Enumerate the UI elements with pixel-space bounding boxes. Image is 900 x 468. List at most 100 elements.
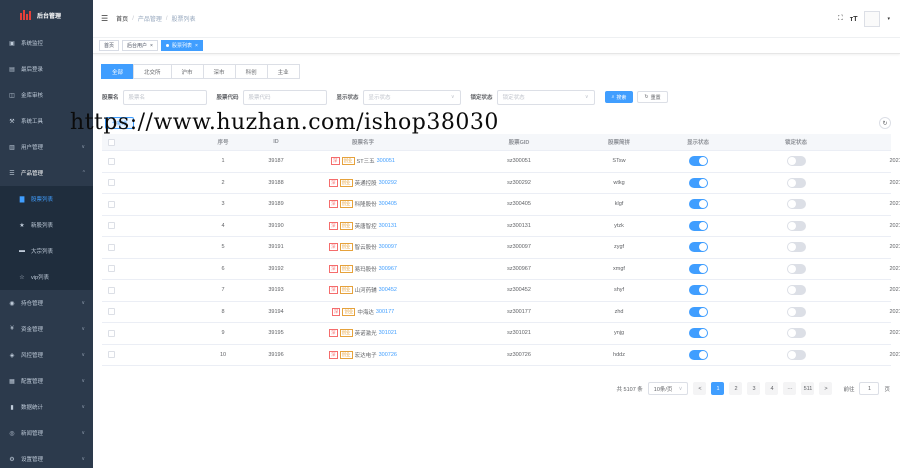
page-button-4[interactable]: ··· (783, 382, 797, 395)
sidebar-subitem-star[interactable]: ★ 新股列表 (0, 212, 93, 238)
sidebar-item-user[interactable]: ▥ 用户管理 ∨ (0, 134, 93, 160)
prev-page-button[interactable]: < (693, 382, 707, 395)
sidebar-item-tools[interactable]: ⚒ 系统工具 (0, 108, 93, 134)
show-status-switch[interactable] (688, 220, 708, 231)
fullscreen-icon[interactable]: ⛶ (838, 15, 843, 23)
sidebar-item-news[interactable]: ◎ 新闻管理 ∨ (0, 420, 93, 446)
hamburger-icon[interactable]: ☰ (101, 14, 108, 23)
sidebar-item-risk[interactable]: ◈ 风控管理 ∨ (0, 342, 93, 368)
page-button-3[interactable]: 4 (765, 382, 779, 395)
lock-status-switch[interactable] (786, 285, 806, 296)
font-size-icon[interactable]: тT (850, 16, 858, 23)
show-status-select[interactable]: 显示状态 ∨ (362, 89, 461, 105)
stock-code-link[interactable]: 300726 (379, 352, 397, 358)
next-page-button[interactable]: > (819, 382, 833, 395)
sidebar-logo[interactable]: 后台管理 (0, 0, 93, 30)
show-status-switch[interactable] (688, 306, 708, 317)
tab-status-4[interactable]: 科创 (234, 64, 268, 79)
refresh-table-button[interactable]: ↻ (879, 117, 891, 129)
market-badge: 深 (329, 329, 338, 338)
page-size-select[interactable]: 10条/页 ∨ (647, 382, 689, 395)
row-checkbox[interactable] (102, 237, 120, 258)
stock-code-link[interactable]: 300967 (379, 266, 397, 272)
tab-status-5[interactable]: 主业 (266, 64, 300, 79)
tab-status-1[interactable]: 北交所 (133, 64, 172, 79)
sidebar-item-funds[interactable]: ¥ 资金管理 ∨ (0, 316, 93, 342)
show-status-switch[interactable] (688, 242, 708, 253)
stock-code-link[interactable]: 300097 (379, 244, 397, 250)
show-status-switch[interactable] (688, 199, 708, 210)
show-status-switch[interactable] (688, 328, 708, 339)
sidebar-item-settings[interactable]: ⚙ 设置管理 ∨ (0, 446, 93, 468)
column-header: 股票简拼 (607, 140, 630, 146)
page-button-0[interactable]: 1 (711, 382, 725, 395)
lock-status-switch[interactable] (786, 220, 806, 231)
code-input[interactable]: 股票代码 (242, 89, 327, 105)
tag-2[interactable]: 股票列表 × (160, 40, 203, 51)
add-button[interactable]: + 新增 (105, 117, 134, 129)
row-checkbox[interactable] (102, 345, 120, 366)
sidebar-item-stats[interactable]: ▮ 数据统计 ∨ (0, 394, 93, 420)
lock-status-switch[interactable] (786, 199, 806, 210)
show-status-switch[interactable] (688, 156, 708, 167)
stock-code-link[interactable]: 300177 (376, 309, 394, 315)
sidebar-item-audit[interactable]: ◫ 金库审核 (0, 82, 93, 108)
search-icon: ⌕ (611, 94, 615, 100)
stock-code-link[interactable]: 300292 (379, 180, 397, 186)
lock-status-switch[interactable] (786, 242, 806, 253)
row-checkbox[interactable] (102, 323, 120, 344)
row-checkbox[interactable] (102, 151, 120, 172)
table-row: 4 39190 深创业英唐智控300131 sz300131 ytzk 2021-09-1… (102, 216, 900, 237)
lock-status-switch[interactable] (786, 349, 806, 360)
sidebar-item-login-log[interactable]: ▤ 最后登录 (0, 56, 93, 82)
sidebar-item-config[interactable]: ▦ 配置管理 ∨ (0, 368, 93, 394)
lock-status-select[interactable]: 锁定状态 ∨ (496, 89, 595, 105)
audit-icon: ◫ (9, 92, 15, 99)
tab-status-2[interactable]: 沪市 (170, 64, 204, 79)
row-checkbox[interactable] (102, 280, 120, 301)
select-all-checkbox[interactable] (102, 134, 120, 150)
search-button[interactable]: ⌕ 搜索 (604, 91, 634, 103)
reset-button[interactable]: ↻ 重置 (637, 91, 668, 103)
lock-status-switch[interactable] (786, 177, 806, 188)
name-input[interactable]: 股票名 (122, 89, 207, 105)
tag-1[interactable]: 后台用户 × (122, 40, 158, 51)
sidebar-subitem-stock-list[interactable]: ▇ 股票列表 (0, 186, 93, 212)
lock-status-switch[interactable] (786, 263, 806, 274)
tag-0[interactable]: 首页 (99, 40, 120, 51)
show-status-switch[interactable] (688, 263, 708, 274)
close-icon[interactable]: × (195, 43, 198, 49)
sidebar-item-label: 最后登录 (21, 67, 44, 73)
goto-page-input[interactable]: 1 (859, 382, 880, 395)
breadcrumb-home[interactable]: 首页 (116, 14, 128, 23)
lock-status-switch[interactable] (786, 306, 806, 317)
tab-status-3[interactable]: 深市 (202, 64, 236, 79)
tab-status-0[interactable]: 全部 (101, 64, 135, 79)
stock-code-link[interactable]: 300051 (377, 158, 395, 164)
stock-code-link[interactable]: 300405 (379, 201, 397, 207)
page-button-2[interactable]: 3 (747, 382, 761, 395)
page-button-1[interactable]: 2 (729, 382, 743, 395)
row-checkbox[interactable] (102, 173, 120, 194)
sidebar-item-monitor[interactable]: ▣ 系统监控 (0, 30, 93, 56)
sidebar-subitem-block[interactable]: ▬ 大宗列表 (0, 238, 93, 264)
row-checkbox[interactable] (102, 302, 120, 323)
show-status-switch[interactable] (688, 349, 708, 360)
page-button-5[interactable]: 511 (801, 382, 815, 395)
show-status-switch[interactable] (688, 177, 708, 188)
sidebar-item-position[interactable]: ◉ 持仓管理 ∨ (0, 290, 93, 316)
lock-status-switch[interactable] (786, 328, 806, 339)
row-checkbox[interactable] (102, 259, 120, 280)
stock-code-link[interactable]: 301021 (379, 330, 397, 336)
stock-code-link[interactable]: 300131 (379, 223, 397, 229)
row-checkbox[interactable] (102, 194, 120, 215)
row-checkbox[interactable] (102, 216, 120, 237)
avatar[interactable] (864, 11, 881, 27)
stock-code-link[interactable]: 300452 (379, 287, 397, 293)
lock-status-switch[interactable] (786, 156, 806, 167)
close-icon[interactable]: × (150, 43, 153, 49)
sidebar-item-product[interactable]: ☰ 产品管理 ^ (0, 160, 93, 186)
chevron-down-icon[interactable]: ▾ (887, 16, 890, 22)
show-status-switch[interactable] (688, 285, 708, 296)
sidebar-subitem-vip-star[interactable]: ☆ vip列表 (0, 264, 93, 290)
